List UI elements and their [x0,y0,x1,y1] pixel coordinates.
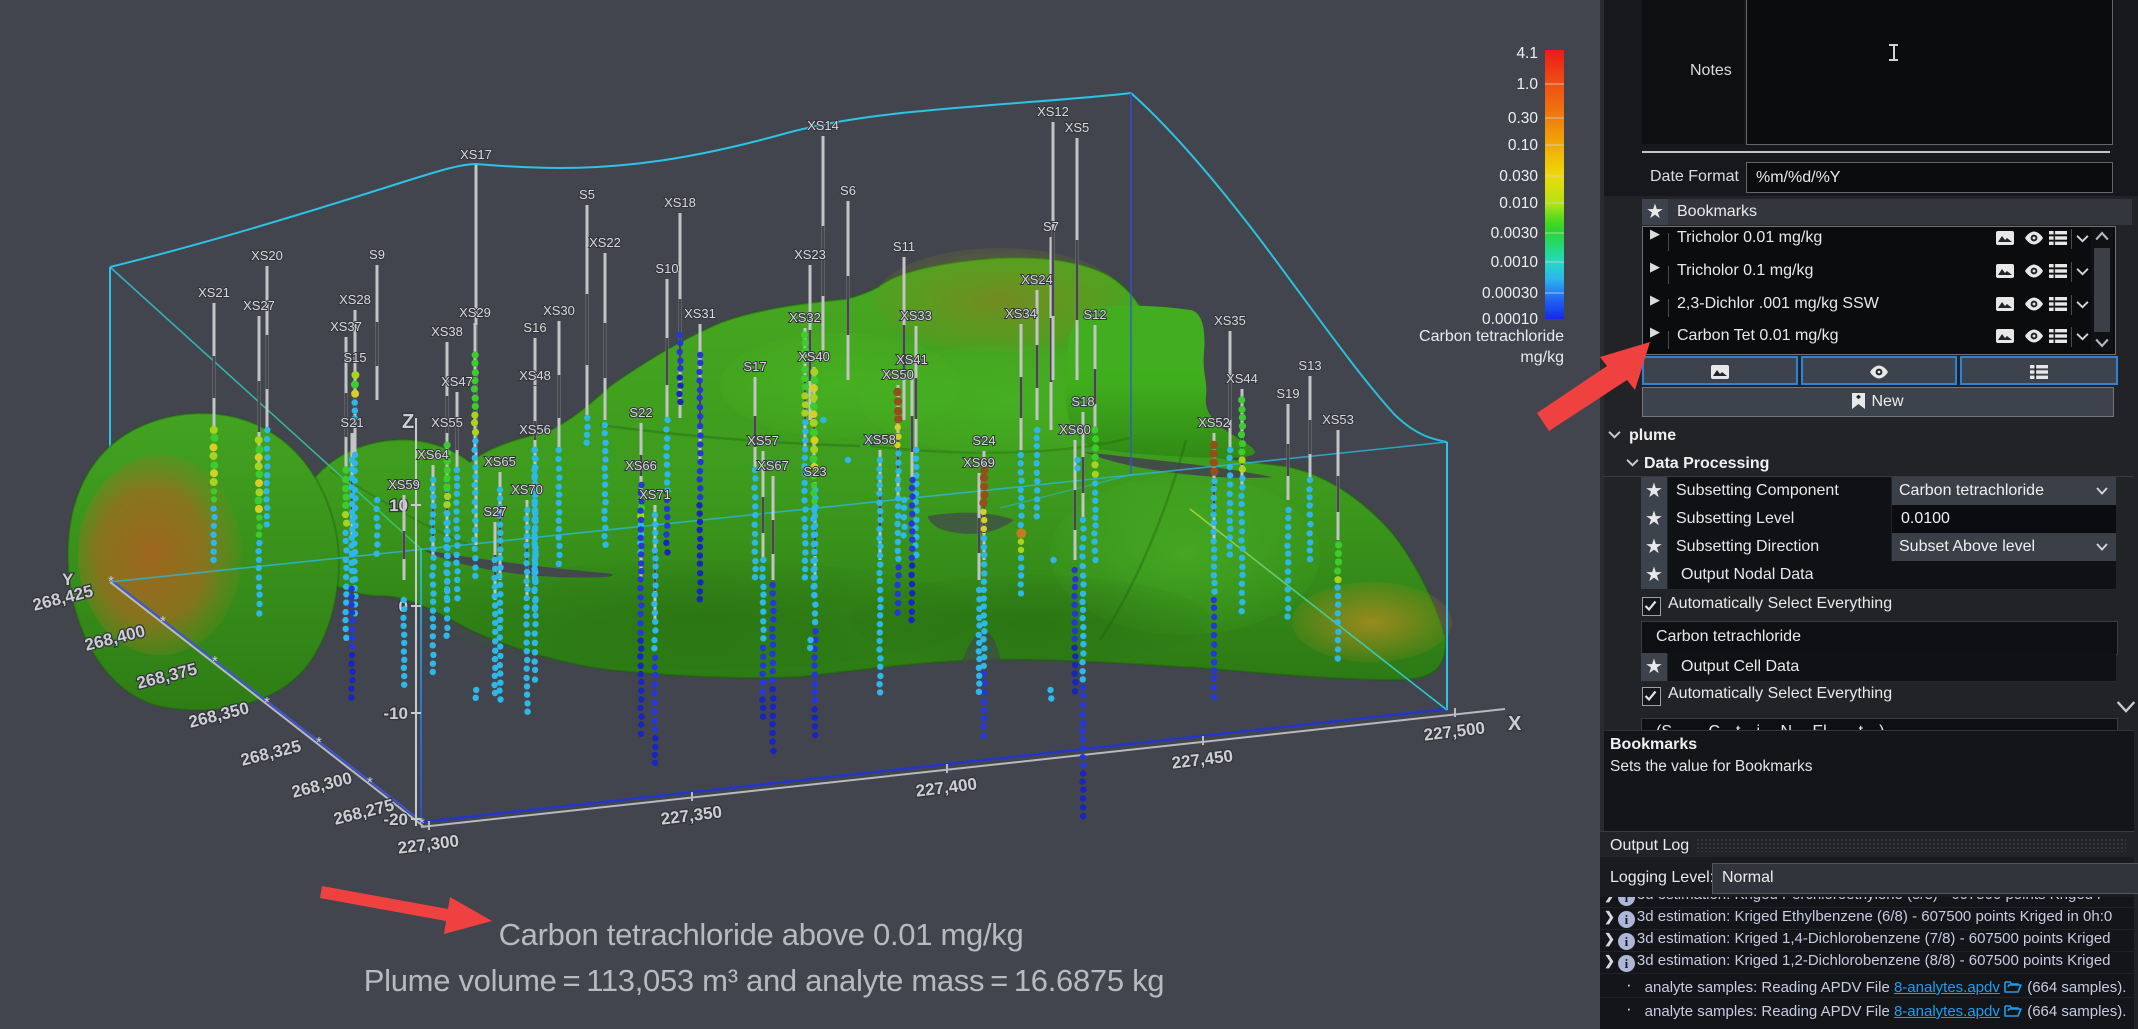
svg-text:XS30: XS30 [543,303,575,318]
svg-text:XS64: XS64 [417,447,449,462]
svg-text:0.010: 0.010 [1499,195,1538,212]
svg-text:-20: -20 [383,810,408,829]
svg-text:S18: S18 [1071,394,1094,409]
svg-text:XS48: XS48 [519,368,551,383]
svg-text:268,325: 268,325 [239,736,303,769]
svg-text:XS65: XS65 [484,454,516,469]
svg-text:S16: S16 [523,320,546,335]
svg-text:227,500: 227,500 [1423,718,1486,744]
svg-text:S23: S23 [803,464,826,479]
svg-text:XS56: XS56 [519,422,551,437]
svg-text:S27: S27 [483,504,506,519]
svg-text:mg/kg: mg/kg [1520,349,1564,366]
svg-text:0.00010: 0.00010 [1482,311,1538,328]
svg-text:XS59: XS59 [388,477,420,492]
svg-text:XS20: XS20 [251,248,283,263]
svg-text:0.30: 0.30 [1508,110,1539,127]
svg-text:*: * [108,573,114,590]
svg-text:-10: -10 [383,704,408,723]
svg-text:XS34: XS34 [1005,306,1037,321]
svg-text:S6: S6 [840,183,856,198]
svg-text:S17: S17 [743,359,766,374]
svg-text:S13: S13 [1298,358,1321,373]
svg-text:Carbon tetrachloride above 0.0: Carbon tetrachloride above 0.01 mg/kg [499,917,1024,952]
svg-text:Carbon tetrachloride: Carbon tetrachloride [1419,328,1564,345]
svg-text:XS32: XS32 [789,310,821,325]
svg-text:XS44: XS44 [1226,371,1258,386]
svg-text:XS31: XS31 [684,306,716,321]
svg-text:0.10: 0.10 [1508,137,1539,154]
svg-text:0.0030: 0.0030 [1491,225,1539,242]
svg-text:XS27: XS27 [243,298,275,313]
svg-text:S11: S11 [893,239,915,254]
svg-text:XS67: XS67 [757,458,789,473]
svg-text:XS58: XS58 [864,432,896,447]
svg-text:1.0: 1.0 [1516,76,1538,93]
svg-text:XS50: XS50 [882,367,914,382]
svg-text:XS66: XS66 [625,458,657,473]
svg-text:XS17: XS17 [460,147,492,162]
svg-text:XS40: XS40 [798,349,830,364]
svg-text:S5: S5 [579,187,595,202]
svg-text:0.030: 0.030 [1499,168,1538,185]
svg-text:*: * [212,653,218,670]
svg-text:S19: S19 [1276,386,1299,401]
svg-text:XS21: XS21 [198,285,230,300]
svg-text:XS29: XS29 [459,305,491,320]
svg-text:XS14: XS14 [807,118,839,133]
svg-text:XS33: XS33 [900,308,932,323]
svg-text:Y: Y [62,570,74,589]
svg-text:*: * [367,774,373,791]
svg-text:XS35: XS35 [1214,313,1246,328]
svg-text:227,450: 227,450 [1171,746,1234,772]
svg-text:*: * [264,694,270,711]
svg-text:S9: S9 [369,247,385,262]
svg-text:XS52: XS52 [1198,415,1230,430]
svg-text:XS70: XS70 [511,482,543,497]
svg-text:0.0010: 0.0010 [1491,254,1539,271]
svg-text:227,350: 227,350 [660,802,723,828]
svg-text:*: * [419,815,425,832]
svg-text:S24: S24 [972,433,995,448]
svg-text:4.1: 4.1 [1516,45,1538,62]
svg-text:S21: S21 [340,415,363,430]
svg-text:XS12: XS12 [1037,104,1069,119]
svg-text:XS71: XS71 [639,487,671,502]
svg-text:227,300: 227,300 [397,831,460,857]
svg-text:XS24: XS24 [1021,272,1053,287]
svg-text:S7: S7 [1043,219,1059,234]
svg-text:0.00030: 0.00030 [1482,285,1538,302]
svg-text:XS53: XS53 [1322,412,1354,427]
svg-text:XS60: XS60 [1059,422,1091,437]
svg-text:S12: S12 [1083,307,1106,322]
svg-text:*: * [316,734,322,751]
svg-text:S22: S22 [629,405,652,420]
svg-text:S15: S15 [343,350,366,365]
svg-text:XS38: XS38 [431,324,463,339]
svg-text:XS28: XS28 [339,292,371,307]
svg-text:XS23: XS23 [794,247,826,262]
svg-text:Z: Z [402,411,414,433]
svg-text:XS22: XS22 [589,235,621,250]
svg-text:268,300: 268,300 [290,768,354,801]
svg-text:XS5: XS5 [1065,120,1090,135]
svg-text:XS18: XS18 [664,195,696,210]
svg-text:XS37: XS37 [330,319,362,334]
svg-text:227,400: 227,400 [915,774,978,800]
svg-text:X: X [1508,713,1522,735]
svg-text:XS41: XS41 [896,352,928,367]
svg-text:Plume volume = 113,053 m³ and: Plume volume = 113,053 m³ and analyte ma… [364,963,1164,998]
svg-text:XS47: XS47 [441,374,473,389]
svg-text:*: * [160,613,166,630]
svg-text:XS57: XS57 [747,433,779,448]
svg-text:XS69: XS69 [963,455,995,470]
svg-text:XS55: XS55 [431,415,463,430]
svg-text:S10: S10 [655,261,678,276]
